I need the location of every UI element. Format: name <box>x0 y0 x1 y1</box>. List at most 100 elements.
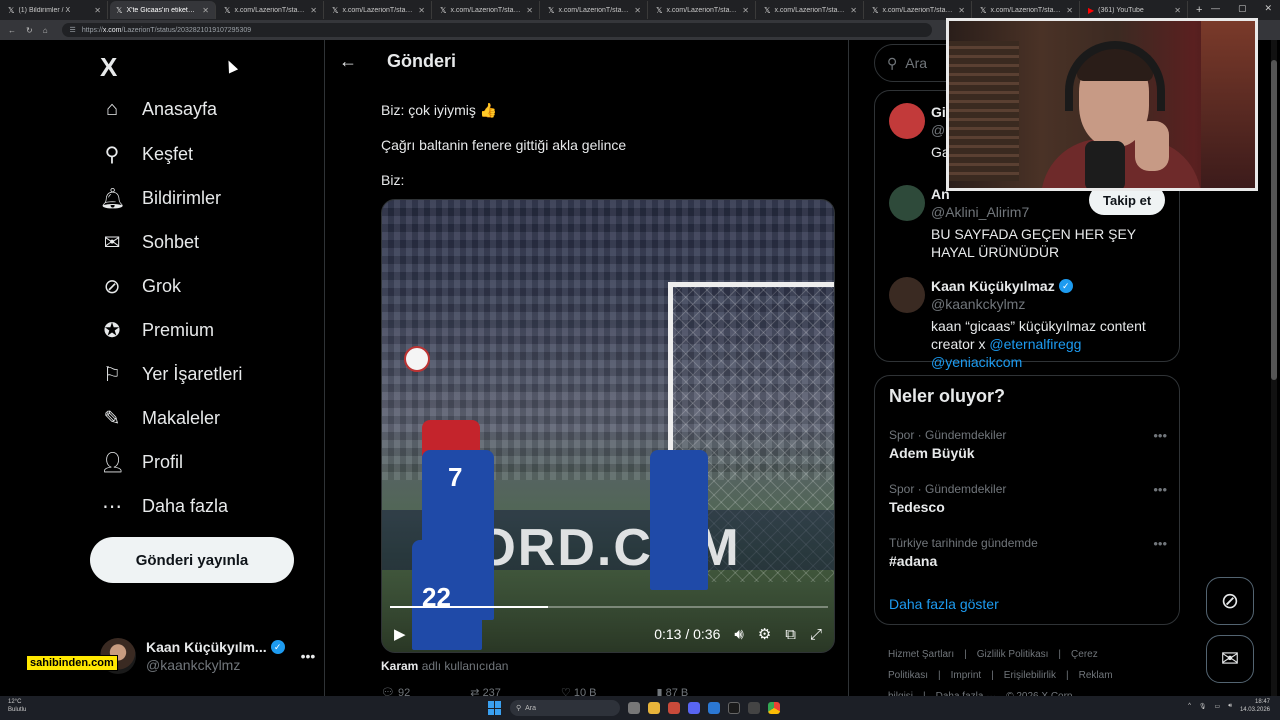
network-icon[interactable]: ▭ <box>1215 703 1221 710</box>
file-explorer-icon[interactable] <box>648 702 660 714</box>
pip-icon[interactable]: ⧉ <box>785 626 796 643</box>
views-button[interactable]: ▮ 87 B <box>656 686 688 696</box>
trend-item[interactable]: Spor · Gündemdekiler Adem Büyük ••• <box>889 428 1167 461</box>
chrome-icon[interactable] <box>768 702 780 714</box>
home-browser-icon[interactable]: ⌂ <box>43 26 48 35</box>
post-actions: 💬︎ 92 ⇄ 237 ♡ 10 B ▮ 87 B <box>381 686 835 696</box>
trend-more-icon[interactable]: ••• <box>1153 428 1167 443</box>
close-tab-icon[interactable]: ✕ <box>958 6 965 15</box>
close-tab-icon[interactable]: ✕ <box>94 6 101 15</box>
trends-box: Neler oluyor? Spor · Gündemdekiler Adem … <box>874 375 1180 625</box>
volume-icon[interactable]: 🔊︎ <box>734 626 743 643</box>
account-switcher[interactable]: Kaan Küçükyılm... ✓ @kaankckylmz ••• <box>100 636 315 676</box>
bio-link[interactable]: @yeniacikcom <box>931 354 1022 370</box>
nav-item-bookmark[interactable]: ⚐ Yer İşaretleri <box>100 362 242 387</box>
close-tab-icon[interactable]: ✕ <box>742 6 749 15</box>
task-view-icon[interactable] <box>628 702 640 714</box>
browser-tab[interactable]: 𝕏x.com/LazerionT/status/203✕ <box>434 1 540 19</box>
browser-tab[interactable]: 𝕏x.com/LazerionT/status/203✕ <box>650 1 756 19</box>
grok-fab-icon[interactable]: ⊘ <box>1206 577 1254 625</box>
close-tab-icon[interactable]: ✕ <box>202 6 209 15</box>
minimize-icon[interactable]: — <box>1211 3 1220 14</box>
footer-link[interactable]: Erişilebilirlik <box>1004 670 1056 681</box>
nav-item-more[interactable]: ⋯ Daha fazla <box>100 494 228 519</box>
browser-tab[interactable]: 𝕏x.com/LazerionT/status/203✕ <box>218 1 324 19</box>
back-arrow-icon[interactable]: ← <box>339 51 357 72</box>
page-scrollbar[interactable] <box>1271 40 1277 696</box>
trend-more-icon[interactable]: ••• <box>1153 482 1167 497</box>
trend-more-icon[interactable]: ••• <box>1153 536 1167 551</box>
nav-item-mail[interactable]: ✉ Sohbet <box>100 230 199 255</box>
close-tab-icon[interactable]: ✕ <box>1066 6 1073 15</box>
attribution-user[interactable]: Karam <box>381 659 418 673</box>
app-icon[interactable] <box>668 702 680 714</box>
nav-item-bell[interactable]: 🔔︎ Bildirimler <box>100 186 221 211</box>
bio-link[interactable]: @eternalfiregg <box>989 336 1081 352</box>
volume-icon[interactable]: 🔊︎ <box>1228 703 1232 710</box>
steam-icon[interactable] <box>748 702 760 714</box>
back-nav-icon[interactable]: ← <box>8 26 16 35</box>
play-icon[interactable]: ▶ <box>394 625 406 643</box>
footer-links: Hizmet Şartları | Gizlilik Politikası | Çere… <box>888 644 1178 696</box>
url-field[interactable]: ☰ https://x.com/LazerionT/status/2032821… <box>61 23 932 37</box>
nav-item-articles[interactable]: ✎ Makaleler <box>100 406 220 431</box>
scrollbar-thumb[interactable] <box>1271 60 1277 380</box>
footer-link[interactable]: Hizmet Şartları <box>888 649 954 660</box>
reload-icon[interactable]: ↻ <box>26 26 33 35</box>
nav-item-search[interactable]: ⚲ Keşfet <box>100 142 193 167</box>
footer-link[interactable]: Imprint <box>951 670 982 681</box>
close-tab-icon[interactable]: ✕ <box>1174 6 1181 15</box>
close-window-icon[interactable]: ✕ <box>1264 3 1272 14</box>
nav-item-grok[interactable]: ⊘ Grok <box>100 274 181 299</box>
obs-icon[interactable] <box>728 702 740 714</box>
settings-gear-icon[interactable]: ⚙ <box>758 625 771 643</box>
account-more-icon[interactable]: ••• <box>301 648 316 664</box>
windows-start-icon[interactable] <box>488 701 502 715</box>
mail-icon: ✉ <box>103 232 121 254</box>
show-more-link[interactable]: Daha fazla göster <box>889 596 999 612</box>
close-tab-icon[interactable]: ✕ <box>418 6 425 15</box>
jersey-number: 22 <box>422 582 451 612</box>
video-progress-bar[interactable] <box>390 606 828 608</box>
browser-tab[interactable]: 𝕏x.com/LazerionT/status/203✕ <box>866 1 972 19</box>
post-button[interactable]: Gönderi yayınla <box>90 537 294 583</box>
video-player[interactable]: ORD.COM 7 22 ▶ 0:13 / 0:36 🔊︎ ⚙ ⧉ ⤢ <box>381 199 835 653</box>
trend-item[interactable]: Spor · Gündemdekiler Tedesco ••• <box>889 482 1167 515</box>
youtube-icon: ▶ <box>1088 5 1095 15</box>
browser-tab[interactable]: ▶ (361) YouTube ✕ <box>1082 1 1188 19</box>
close-tab-icon[interactable]: ✕ <box>850 6 857 15</box>
trend-item[interactable]: Türkiye tarihinde gündemde #adana ••• <box>889 536 1167 569</box>
mic-icon[interactable]: 🎙︎ <box>1199 703 1207 710</box>
browser-tab[interactable]: 𝕏x.com/LazerionT/status/203✕ <box>542 1 648 19</box>
fullscreen-icon[interactable]: ⤢ <box>810 626 822 643</box>
browser-tab[interactable]: 𝕏x.com/LazerionT/status/203✕ <box>326 1 432 19</box>
close-tab-icon[interactable]: ✕ <box>634 6 641 15</box>
footer-link[interactable]: Gizlilik Politikası <box>977 649 1049 660</box>
like-button[interactable]: ♡ 10 B <box>561 686 597 696</box>
close-tab-icon[interactable]: ✕ <box>310 6 317 15</box>
trend-category: Türkiye tarihinde gündemde <box>889 536 1038 550</box>
tray-chevron-icon[interactable]: ^ <box>1188 703 1191 709</box>
new-tab-icon[interactable]: + <box>1196 4 1202 16</box>
maximize-icon[interactable]: ▢ <box>1238 3 1247 14</box>
messages-fab-icon[interactable]: ✉ <box>1206 635 1254 683</box>
clock[interactable]: 18:47 14.03.2026 <box>1240 698 1270 714</box>
nav-item-home[interactable]: ⌂ Anasayfa <box>100 98 217 121</box>
search-icon: ⚲ <box>104 144 120 166</box>
trend-name: Tedesco <box>889 499 945 515</box>
x-logo-icon[interactable]: X <box>100 52 117 83</box>
vscode-icon[interactable] <box>708 702 720 714</box>
weather-widget[interactable]: 12°C Bulutlu <box>8 698 26 714</box>
browser-tab[interactable]: 𝕏x.com/LazerionT/status/203✕ <box>974 1 1080 19</box>
browser-tab[interactable]: 𝕏x.com/LazerionT/status/203✕ <box>758 1 864 19</box>
nav-item-premium[interactable]: ✪ Premium <box>100 318 214 343</box>
reply-button[interactable]: 💬︎ 92 <box>381 686 410 696</box>
browser-tab[interactable]: 𝕏X'te Gicaas'ın etiketçisi: "@A✕ <box>110 1 216 19</box>
browser-tab[interactable]: 𝕏 (1) Bildirimler / X ✕ <box>2 1 108 19</box>
nav-item-profile[interactable]: 👤︎ Profil <box>100 450 183 475</box>
close-tab-icon[interactable]: ✕ <box>526 6 533 15</box>
discord-icon[interactable] <box>688 702 700 714</box>
taskbar-search[interactable]: ⚲ Ara <box>510 700 620 716</box>
site-info-icon[interactable]: ☰ <box>70 26 76 34</box>
repost-button[interactable]: ⇄ 237 <box>470 686 501 696</box>
